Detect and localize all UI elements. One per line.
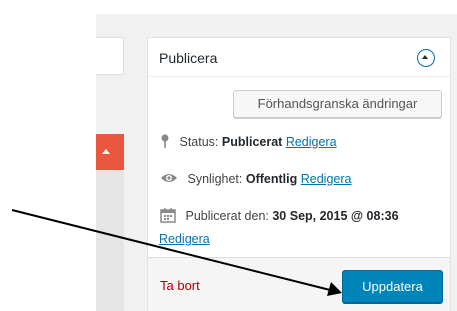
chevron-up-icon bbox=[422, 55, 428, 59]
status-row: Status: Publicerat Redigera bbox=[160, 134, 337, 151]
preview-changes-button[interactable]: Förhandsgranska ändringar bbox=[233, 90, 442, 118]
publish-title: Publicera bbox=[159, 50, 218, 66]
edit-visibility-link[interactable]: Redigera bbox=[301, 172, 352, 186]
publish-box: Publicera Förhandsgranska ändringar Stat… bbox=[147, 37, 451, 311]
toggle-panel-button[interactable] bbox=[417, 49, 435, 67]
calendar-icon bbox=[160, 207, 176, 226]
publish-footer: Ta bort Uppdatera bbox=[148, 257, 450, 311]
pin-icon bbox=[160, 134, 170, 151]
caret-up-icon bbox=[102, 149, 110, 154]
published-date-row: Publicerat den: 30 Sep, 2015 @ 08:36 bbox=[160, 207, 399, 226]
visibility-label: Synlighet: bbox=[187, 172, 243, 186]
side-panel-header[interactable] bbox=[96, 134, 124, 170]
visibility-row: Synlighet: Offentlig Redigera bbox=[160, 172, 351, 187]
edit-date-link[interactable]: Redigera bbox=[159, 232, 210, 246]
published-value: 30 Sep, 2015 @ 08:36 bbox=[272, 208, 399, 223]
visibility-value: Offentlig bbox=[245, 172, 298, 186]
side-panel bbox=[96, 134, 124, 311]
edit-status-link[interactable]: Redigera bbox=[286, 135, 337, 149]
trash-link[interactable]: Ta bort bbox=[160, 278, 200, 293]
status-label: Status: bbox=[179, 134, 219, 149]
status-value: Publicerat bbox=[221, 134, 283, 149]
eye-icon bbox=[160, 172, 178, 187]
published-label: Publicerat den: bbox=[185, 208, 269, 223]
update-button[interactable]: Uppdatera bbox=[342, 270, 443, 303]
title-input[interactable] bbox=[96, 37, 124, 75]
publish-header: Publicera bbox=[148, 38, 450, 77]
